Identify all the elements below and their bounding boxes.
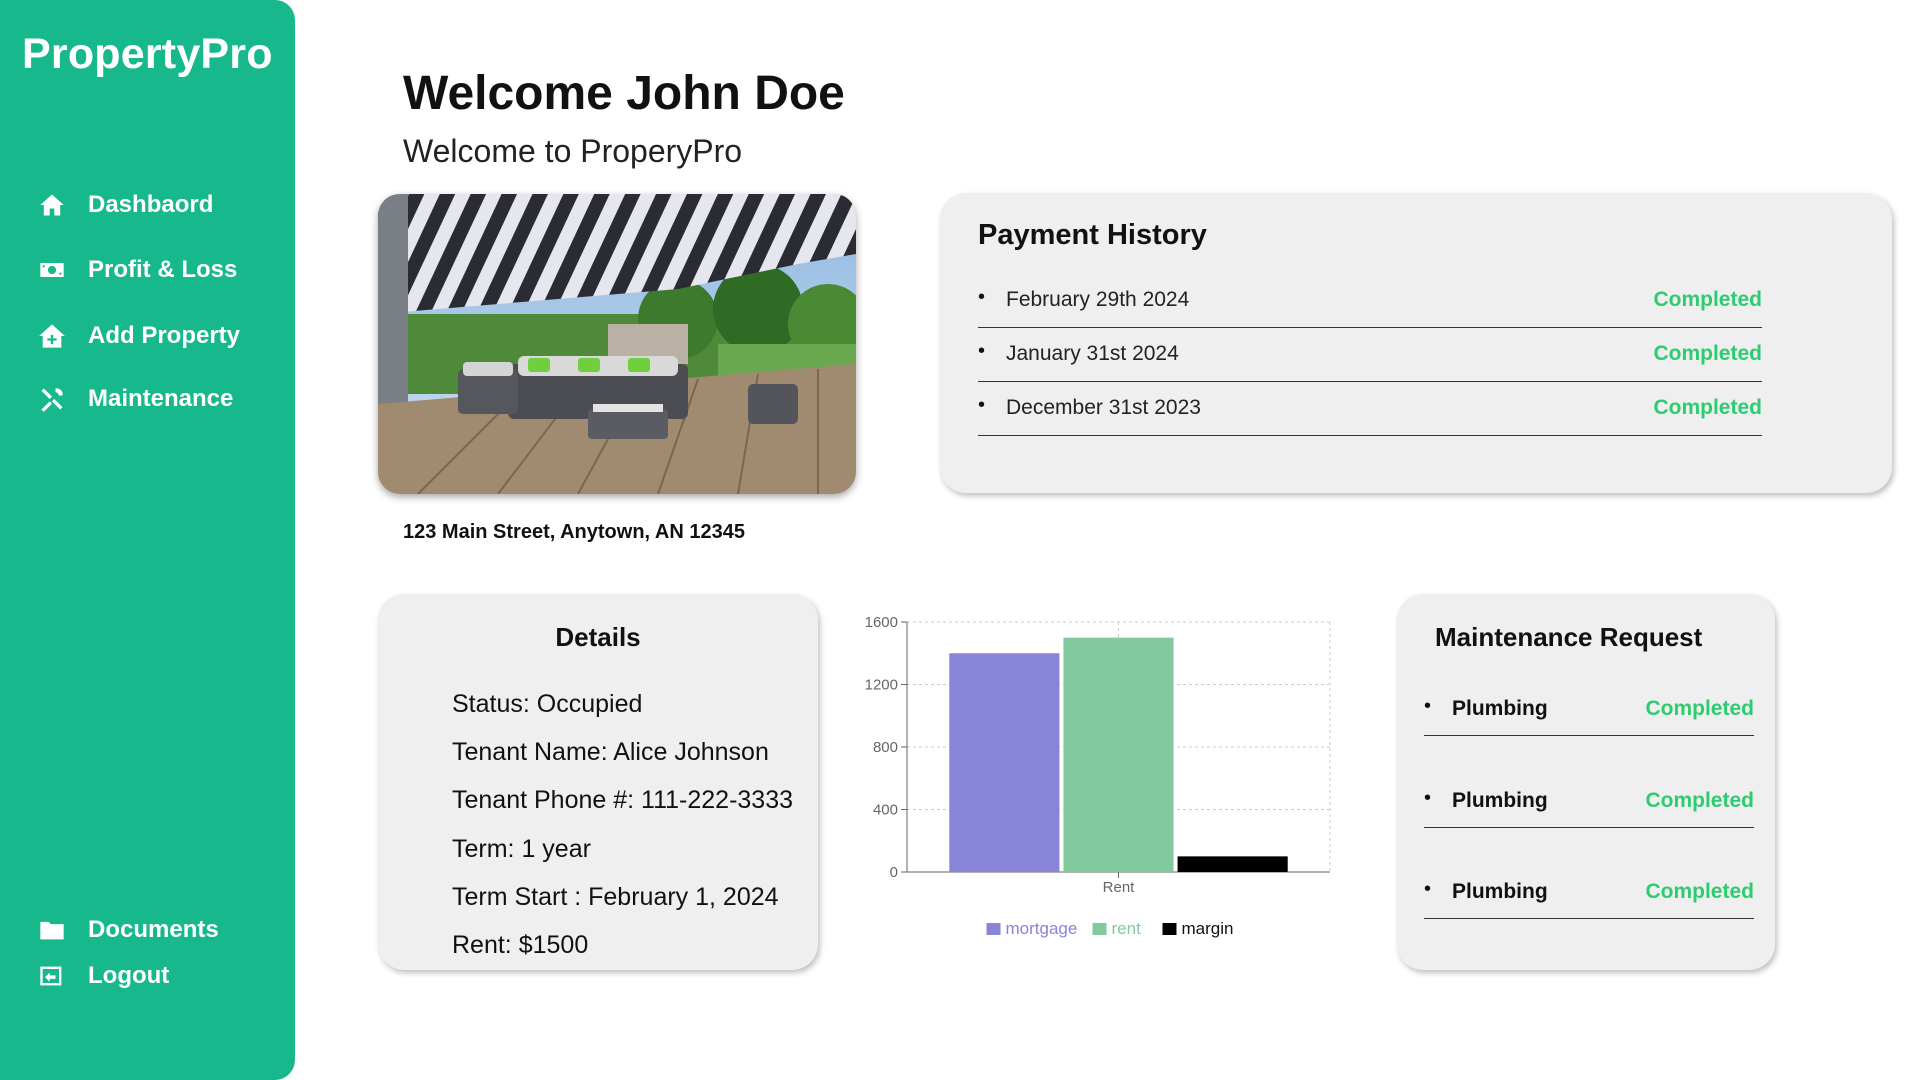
nav-item-maintenance[interactable]: Maintenance (38, 385, 233, 413)
maintenance-status: Completed (1645, 697, 1754, 720)
finance-chart: 0 400 800 1200 1600 Rent mortgage rent margin (840, 600, 1340, 970)
details-card: Details Status: Occupied Tenant Name: Al… (378, 594, 818, 970)
legend-swatch-margin (1162, 923, 1177, 935)
detail-term: Term: 1 year (452, 835, 591, 863)
y-tick-label: 1600 (865, 614, 898, 631)
maintenance-status: Completed (1645, 880, 1754, 903)
maintenance-item-name: Plumbing (1452, 880, 1548, 903)
y-tick-label: 800 (873, 739, 898, 756)
sidebar: PropertyPro Dashbaord Profit & Loss Add … (0, 0, 295, 1080)
add-home-icon (39, 324, 65, 348)
legend-label-mortgage: mortgage (1006, 919, 1078, 938)
maintenance-status: Completed (1645, 789, 1754, 812)
payment-history-card: Payment History • February 29th 2024 Com… (940, 193, 1892, 493)
y-tick-label: 400 (873, 802, 898, 819)
payment-date: January 31st 2024 (1006, 342, 1179, 365)
nav-item-label: Logout (88, 962, 170, 989)
bar-chart-svg: 0 400 800 1200 1600 Rent mortgage rent margin (865, 614, 1331, 938)
page-subtitle: Welcome to ProperyPro (403, 133, 743, 169)
payment-history-title: Payment History (978, 219, 1207, 251)
bullet: • (978, 394, 986, 416)
bullet: • (978, 286, 986, 308)
logout-icon (40, 966, 62, 986)
payment-row[interactable]: • December 31st 2023 Completed (978, 381, 1762, 436)
nav-item-label: Add Property (88, 322, 241, 349)
money-icon (40, 263, 64, 277)
y-tick-label: 1200 (865, 677, 898, 694)
detail-term-start: Term Start : February 1, 2024 (452, 883, 779, 911)
nav-item-label: Documents (88, 916, 219, 943)
bullet: • (1424, 878, 1432, 900)
home-icon (40, 194, 64, 216)
property-photo (378, 194, 856, 494)
legend-swatch-mortgage (986, 923, 1001, 935)
payment-status: Completed (1653, 288, 1762, 311)
brand-logo: PropertyPro (22, 30, 273, 78)
bar-rent (1063, 637, 1174, 872)
page-title: Welcome John Doe (403, 67, 845, 120)
nav-item-dashboard[interactable]: Dashbaord (38, 191, 213, 219)
bar-mortgage (949, 653, 1060, 872)
property-address: 123 Main Street, Anytown, AN 12345 (403, 521, 745, 543)
bullet: • (1424, 695, 1432, 717)
detail-tenant-name: Tenant Name: Alice Johnson (452, 738, 769, 766)
bullet: • (1424, 787, 1432, 809)
folder-icon (40, 921, 64, 940)
nav-item-label: Dashbaord (88, 191, 214, 218)
nav-item-documents[interactable]: Documents (38, 916, 219, 944)
legend-label-margin: margin (1182, 919, 1234, 938)
payment-status: Completed (1653, 342, 1762, 365)
y-tick-label: 0 (890, 864, 898, 881)
payment-status: Completed (1653, 396, 1762, 419)
nav-item-label: Profit & Loss (88, 256, 238, 283)
payment-date: December 31st 2023 (1006, 396, 1201, 419)
maintenance-item-name: Plumbing (1452, 789, 1548, 812)
nav-item-add-property[interactable]: Add Property (38, 322, 240, 350)
payment-date: February 29th 2024 (1006, 288, 1190, 311)
nav-item-profit-loss[interactable]: Profit & Loss (38, 256, 237, 284)
maintenance-card: Maintenance Request • Plumbing Completed… (1397, 594, 1775, 970)
bullet: • (978, 340, 986, 362)
maintenance-row[interactable]: • Plumbing Completed (1424, 868, 1754, 919)
maintenance-row[interactable]: • Plumbing Completed (1424, 777, 1754, 828)
maintenance-row[interactable]: • Plumbing Completed (1424, 685, 1754, 736)
payment-row[interactable]: • February 29th 2024 Completed (978, 273, 1762, 328)
detail-tenant-phone: Tenant Phone #: 111-222-3333 (452, 786, 794, 814)
legend-label-rent: rent (1112, 919, 1142, 938)
payment-row[interactable]: • January 31st 2024 Completed (978, 327, 1762, 382)
x-tick-label: Rent (1103, 879, 1136, 896)
nav-item-logout[interactable]: Logout (38, 962, 169, 990)
legend-swatch-rent (1092, 923, 1107, 935)
tools-icon (41, 388, 63, 412)
detail-rent: Rent: $1500 (452, 931, 589, 959)
nav-item-label: Maintenance (88, 385, 234, 412)
details-title: Details (555, 622, 641, 652)
bar-margin (1177, 856, 1288, 872)
maintenance-item-name: Plumbing (1452, 697, 1548, 720)
detail-status: Status: Occupied (452, 690, 643, 718)
maintenance-title: Maintenance Request (1435, 622, 1703, 652)
